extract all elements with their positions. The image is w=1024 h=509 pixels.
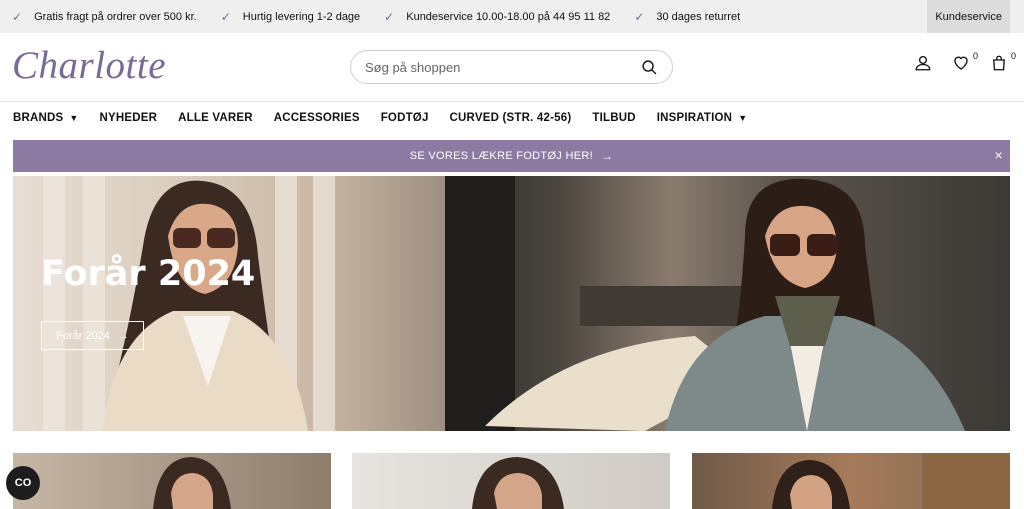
- promo-banner[interactable]: SE VORES LÆKRE FODTØJ HER! → ×: [13, 140, 1010, 172]
- nav-item-alle-varer[interactable]: ALLE VARER: [178, 112, 253, 124]
- check-icon: ✓: [220, 9, 231, 24]
- usp-item: ✓ Kundeservice 10.00-18.00 på 44 95 11 8…: [384, 10, 620, 24]
- nav-item-fodtoj[interactable]: FODTØJ: [381, 112, 429, 124]
- arrow-right-icon: →: [117, 329, 129, 342]
- header-icons: 0 0: [914, 51, 1016, 75]
- usp-text: 30 dages returret: [656, 10, 741, 23]
- hero-image-right: [445, 176, 1010, 431]
- kundeservice-button[interactable]: Kundeservice: [927, 0, 1010, 33]
- cookie-consent-button[interactable]: CO: [6, 466, 40, 500]
- category-tile[interactable]: [13, 453, 331, 509]
- divider: [0, 101, 1024, 102]
- nav-label: BRANDS: [13, 112, 64, 124]
- main-nav: BRANDS ▼ NYHEDER ALLE VARER ACCESSORIES F…: [13, 112, 768, 124]
- nav-label: TILBUD: [592, 112, 636, 124]
- logo[interactable]: Charlotte: [12, 43, 166, 88]
- nav-label: CURVED (STR. 42-56): [449, 112, 572, 124]
- hero-cta-button[interactable]: Forår 2024 →: [41, 321, 144, 350]
- nav-label: ALLE VARER: [178, 112, 253, 124]
- hero-cta-label: Forår 2024: [56, 329, 110, 342]
- nav-item-inspiration[interactable]: INSPIRATION ▼: [657, 112, 748, 124]
- close-icon[interactable]: ×: [995, 147, 1003, 163]
- usp-bar: ✓ Gratis fragt på ordrer over 500 kr. ✓ …: [0, 0, 1024, 33]
- account-icon[interactable]: [914, 53, 934, 75]
- hero-image-left: [13, 176, 445, 431]
- arrow-right-icon: →: [600, 149, 614, 163]
- chevron-down-icon: ▼: [69, 113, 79, 123]
- nav-label: NYHEDER: [99, 112, 158, 124]
- nav-label: ACCESSORIES: [273, 112, 360, 124]
- check-icon: ✓: [12, 9, 23, 24]
- nav-item-tilbud[interactable]: TILBUD: [592, 112, 635, 124]
- hero-title: Forår 2024: [41, 254, 256, 294]
- category-tile[interactable]: [352, 453, 670, 509]
- search-bar[interactable]: [350, 50, 673, 84]
- usp-text: Kundeservice 10.00-18.00 på 44 95 11 82: [406, 10, 611, 23]
- category-tile[interactable]: [692, 453, 1010, 509]
- usp-item: ✓ Hurtig levering 1-2 dage: [221, 10, 370, 24]
- cart-icon[interactable]: 0: [990, 51, 1016, 75]
- wishlist-count: 0: [972, 51, 978, 61]
- hero-banner[interactable]: Forår 2024 Forår 2024 →: [13, 176, 1010, 431]
- check-icon: ✓: [384, 9, 395, 24]
- usp-text: Hurtig levering 1-2 dage: [242, 10, 361, 23]
- promo-text: SE VORES LÆKRE FODTØJ HER!: [409, 150, 593, 162]
- search-input[interactable]: [365, 59, 641, 75]
- nav-label: INSPIRATION: [656, 112, 733, 124]
- usp-item: ✓ 30 dages returret: [634, 10, 750, 24]
- wishlist-icon[interactable]: 0: [952, 51, 978, 75]
- nav-item-accessories[interactable]: ACCESSORIES: [274, 112, 360, 124]
- model-image: [103, 180, 308, 431]
- nav-item-nyheder[interactable]: NYHEDER: [100, 112, 158, 124]
- header: Charlotte 0 0: [0, 33, 1024, 101]
- search-icon[interactable]: [641, 59, 658, 76]
- usp-item: ✓ Gratis fragt på ordrer over 500 kr.: [12, 10, 207, 24]
- nav-item-curved[interactable]: CURVED (STR. 42-56): [450, 112, 572, 124]
- chevron-down-icon: ▼: [738, 113, 748, 123]
- check-icon: ✓: [634, 9, 645, 24]
- cart-count: 0: [1010, 51, 1016, 61]
- usp-text: Gratis fragt på ordrer over 500 kr.: [34, 10, 197, 23]
- nav-item-brands[interactable]: BRANDS ▼: [13, 112, 79, 124]
- nav-label: FODTØJ: [380, 112, 429, 124]
